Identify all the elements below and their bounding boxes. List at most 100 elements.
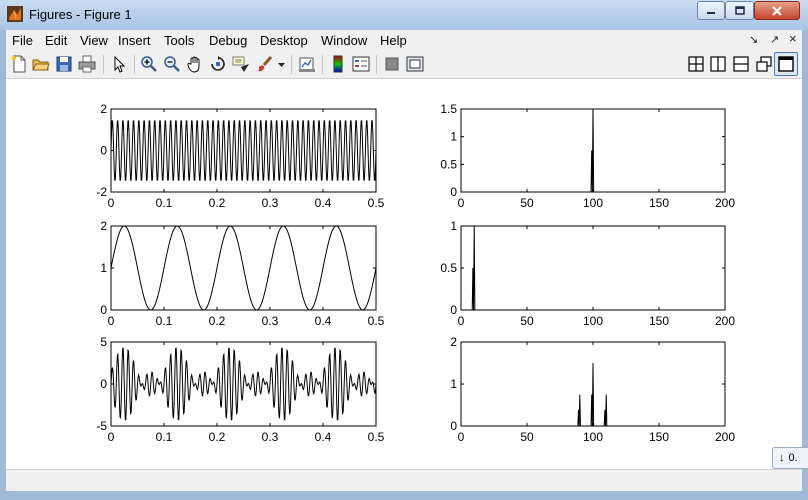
x-tick-label: 50 bbox=[520, 314, 534, 328]
x-tick-label: 150 bbox=[649, 314, 669, 328]
figure-canvas[interactable]: 0 0.1 0.2 0.3 0.4 0.5 -2 0 2 0 50 100 150 200 0 0.5 1 1.5… bbox=[6, 79, 802, 469]
x-tick-label: 0.4 bbox=[315, 196, 332, 210]
undock-arrow-icon[interactable]: ↗ bbox=[770, 33, 779, 46]
menu-debug[interactable]: Debug bbox=[209, 33, 247, 48]
x-tick-label: 150 bbox=[649, 196, 669, 210]
brush-dropdown-icon[interactable] bbox=[277, 55, 286, 73]
pan-hand-icon[interactable] bbox=[186, 55, 204, 73]
y-tick-label: 5 bbox=[100, 335, 107, 349]
y-tick-label: 2 bbox=[100, 219, 107, 233]
x-tick-label: 0.5 bbox=[368, 314, 385, 328]
pointer-icon[interactable] bbox=[110, 55, 128, 73]
print-icon[interactable] bbox=[78, 55, 96, 73]
y-tick-label: 0 bbox=[100, 377, 107, 391]
rotate-3d-icon[interactable] bbox=[209, 55, 227, 73]
x-tick-label: 0.3 bbox=[262, 314, 279, 328]
menu-close-icon[interactable]: × bbox=[789, 31, 797, 46]
menu-view[interactable]: View bbox=[80, 33, 108, 48]
notification-tab[interactable]: ↓ 0. bbox=[772, 447, 808, 469]
maximize-icon bbox=[734, 5, 745, 15]
x-tick-label: 0 bbox=[108, 314, 115, 328]
y-tick-label: 1 bbox=[450, 219, 457, 233]
menu-tools[interactable]: Tools bbox=[164, 33, 194, 48]
y-tick-label: -2 bbox=[96, 185, 107, 199]
notification-text: 0. bbox=[788, 452, 798, 464]
menu-insert[interactable]: Insert bbox=[118, 33, 151, 48]
spectrum-spike-line bbox=[461, 108, 725, 193]
subplot-grid: 0 0.1 0.2 0.3 0.4 0.5-2020 50 100 150 20000.511.5… bbox=[96, 102, 735, 444]
x-tick-label: 0.5 bbox=[368, 196, 385, 210]
link-plot-icon[interactable] bbox=[298, 55, 316, 73]
tile-grid-icon[interactable] bbox=[687, 55, 705, 73]
menu-help[interactable]: Help bbox=[380, 33, 407, 48]
y-tick-label: 0 bbox=[100, 303, 107, 317]
spectrum-spike-line bbox=[461, 225, 725, 311]
dock-icon bbox=[778, 56, 794, 72]
legend-icon[interactable] bbox=[352, 55, 370, 73]
dock-arrow-icon[interactable]: ↘ bbox=[749, 33, 758, 46]
tile-columns-icon[interactable] bbox=[709, 55, 727, 73]
dock-button[interactable] bbox=[774, 52, 798, 76]
x-tick-label: 0.5 bbox=[368, 430, 385, 444]
x-tick-label: 0.2 bbox=[209, 430, 226, 444]
x-tick-label: 0.1 bbox=[156, 430, 173, 444]
menu-edit[interactable]: Edit bbox=[45, 33, 67, 48]
minimize-button[interactable] bbox=[697, 1, 725, 20]
y-tick-label: 0 bbox=[450, 185, 457, 199]
close-button[interactable] bbox=[754, 1, 800, 20]
toolbar-separator bbox=[103, 55, 104, 74]
tile-rows-icon[interactable] bbox=[732, 55, 750, 73]
x-tick-label: 0 bbox=[108, 196, 115, 210]
x-tick-label: 50 bbox=[520, 196, 534, 210]
y-tick-label: 0 bbox=[450, 419, 457, 433]
open-folder-icon[interactable] bbox=[32, 55, 50, 73]
y-tick-label: 2 bbox=[100, 102, 107, 116]
x-tick-label: 0.3 bbox=[262, 430, 279, 444]
toolbar-separator bbox=[291, 55, 292, 74]
zoom-in-icon[interactable] bbox=[140, 55, 158, 73]
x-tick-label: 200 bbox=[715, 430, 735, 444]
plot-series-line bbox=[110, 120, 377, 181]
show-plot-tools-icon[interactable] bbox=[406, 55, 424, 73]
x-tick-label: 0.4 bbox=[315, 314, 332, 328]
axes-box bbox=[460, 225, 726, 311]
y-tick-label: 1 bbox=[100, 261, 107, 275]
down-arrow-icon: ↓ bbox=[779, 452, 785, 464]
toolbar-separator bbox=[134, 55, 135, 74]
plot-series-line bbox=[110, 225, 377, 311]
x-tick-label: 0 bbox=[458, 430, 465, 444]
menu-file[interactable]: File bbox=[12, 33, 33, 48]
x-tick-label: 0.1 bbox=[156, 314, 173, 328]
title-bar[interactable]: Figures - Figure 1 bbox=[0, 0, 808, 30]
brush-icon[interactable] bbox=[256, 55, 274, 73]
x-tick-label: 0.2 bbox=[209, 196, 226, 210]
x-tick-label: 150 bbox=[649, 430, 669, 444]
new-file-icon[interactable] bbox=[10, 55, 28, 73]
save-icon[interactable] bbox=[55, 55, 73, 73]
x-tick-label: 0.2 bbox=[209, 314, 226, 328]
menu-desktop[interactable]: Desktop bbox=[260, 33, 308, 48]
x-tick-label: 100 bbox=[583, 430, 603, 444]
menu-window[interactable]: Window bbox=[321, 33, 367, 48]
float-windows-icon[interactable] bbox=[755, 55, 773, 73]
y-tick-label: 0 bbox=[450, 303, 457, 317]
x-tick-label: 0.3 bbox=[262, 196, 279, 210]
y-tick-label: 1 bbox=[450, 130, 457, 144]
x-tick-label: 200 bbox=[715, 196, 735, 210]
window-title: Figures - Figure 1 bbox=[29, 7, 132, 22]
close-icon bbox=[772, 5, 782, 16]
x-tick-label: 0.4 bbox=[315, 430, 332, 444]
matlab-logo-icon bbox=[7, 6, 23, 22]
x-tick-label: 100 bbox=[583, 314, 603, 328]
zoom-out-icon[interactable] bbox=[163, 55, 181, 73]
y-tick-label: 0.5 bbox=[440, 157, 457, 171]
figure-toolbar bbox=[6, 51, 802, 79]
y-tick-label: 0 bbox=[100, 144, 107, 158]
spectrum-spike-line bbox=[461, 362, 725, 427]
hide-plot-tools-icon[interactable] bbox=[383, 55, 401, 73]
colorbar-icon[interactable] bbox=[329, 55, 347, 73]
data-cursor-icon[interactable] bbox=[232, 55, 250, 73]
maximize-button[interactable] bbox=[725, 1, 754, 20]
x-tick-label: 100 bbox=[583, 196, 603, 210]
minimize-icon bbox=[707, 11, 715, 14]
